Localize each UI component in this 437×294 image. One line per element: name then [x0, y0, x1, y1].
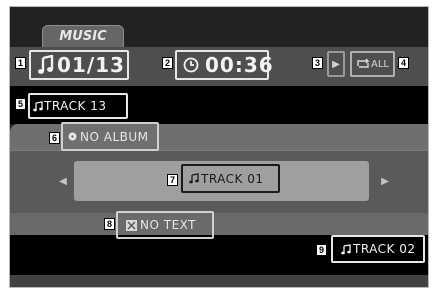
selected-track-box[interactable]: TRACK 01 — [181, 164, 280, 193]
time-display: 00:36 — [175, 50, 273, 80]
clock-icon — [183, 57, 199, 73]
text-info-box: NO TEXT — [116, 211, 214, 239]
music-tab-label: MUSIC — [59, 29, 107, 44]
time-text: 00:36 — [205, 53, 274, 77]
callout-6: 6 — [49, 132, 60, 144]
album-text: NO ALBUM — [80, 129, 149, 144]
callout-4: 4 — [398, 57, 409, 69]
callout-1: 1 — [15, 57, 26, 69]
selected-track-text: TRACK 01 — [201, 171, 264, 186]
music-note-icon — [33, 100, 43, 112]
current-track-text: TRACK 13 — [44, 99, 107, 113]
callout-3: 3 — [312, 57, 323, 69]
music-note-icon — [341, 243, 351, 255]
callout-2: 2 — [162, 57, 173, 69]
current-track-box: TRACK 13 — [28, 93, 128, 119]
next-track-text: TRACK 02 — [353, 242, 416, 256]
music-tab[interactable]: MUSIC — [42, 25, 124, 47]
callout-5: 5 — [15, 98, 26, 110]
repeat-icon — [356, 57, 370, 71]
play-icon: ▶ — [332, 58, 340, 70]
album-disc-icon — [67, 132, 77, 142]
callout-8: 8 — [104, 218, 115, 230]
music-note-icon — [189, 173, 199, 185]
track-counter: 01/13 — [29, 50, 129, 80]
next-arrow-icon[interactable]: ▶ — [379, 172, 391, 190]
footer-band — [10, 275, 428, 287]
play-indicator: ▶ — [327, 51, 345, 77]
text-icon — [126, 219, 137, 231]
repeat-label: ALL — [371, 58, 389, 70]
text-info-text: NO TEXT — [140, 218, 196, 232]
callout-7: 7 — [167, 174, 178, 186]
next-track-box: TRACK 02 — [331, 235, 425, 263]
previous-arrow-icon[interactable]: ◀ — [57, 172, 69, 190]
callout-9: 9 — [316, 244, 327, 256]
text-band — [10, 213, 428, 235]
track-counter-text: 01/13 — [57, 53, 125, 77]
repeat-indicator: ALL — [350, 51, 395, 77]
album-box: NO ALBUM — [61, 122, 159, 151]
music-note-icon — [37, 54, 55, 76]
